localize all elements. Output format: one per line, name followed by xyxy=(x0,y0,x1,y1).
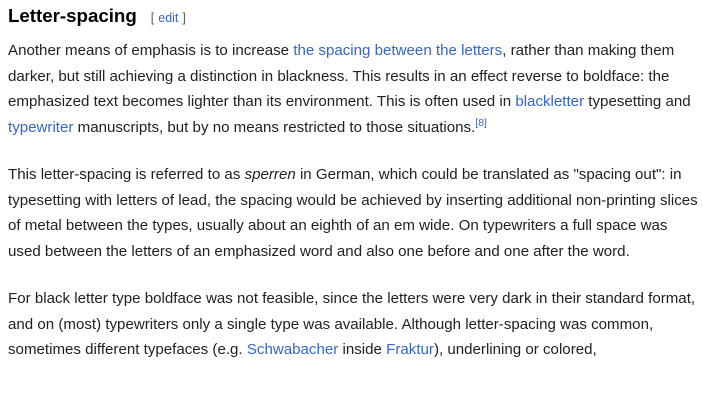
link-schwabacher[interactable]: Schwabacher xyxy=(247,341,338,358)
paragraph-1-text-3: typesetting and xyxy=(584,93,691,110)
link-letter-spacing[interactable]: the spacing between the letters xyxy=(293,42,502,59)
citation-ref: [8] xyxy=(475,116,487,128)
link-blackletter[interactable]: blackletter xyxy=(515,93,584,110)
term-sperren: sperren xyxy=(244,166,296,183)
paragraph-3: For black letter type boldface was not f… xyxy=(8,286,698,363)
link-fraktur[interactable]: Fraktur xyxy=(386,341,434,358)
paragraph-2: This letter-spacing is referred to as sp… xyxy=(8,162,698,264)
edit-bracket-close: ] xyxy=(182,11,186,25)
edit-section-link[interactable]: edit xyxy=(158,11,178,25)
paragraph-1: Another means of emphasis is to increase… xyxy=(8,38,698,140)
paragraph-2-text-1: This letter-spacing is referred to as xyxy=(8,166,245,183)
link-typewriter[interactable]: typewriter xyxy=(8,119,73,136)
paragraph-1-text-1: Another means of emphasis is to increase xyxy=(8,42,294,59)
edit-section-wrapper: [edit] xyxy=(151,11,186,25)
citation-link-8[interactable]: [8] xyxy=(475,116,487,128)
paragraph-1-text-4: manuscripts, but by no means restricted … xyxy=(73,118,476,136)
article-section: Letter-spacing [edit] Another means of e… xyxy=(8,0,698,363)
edit-bracket-open: [ xyxy=(150,11,155,25)
section-title: Letter-spacing xyxy=(8,5,137,26)
paragraph-3-text-2: inside xyxy=(338,341,387,358)
paragraph-3-text-3: ), underlining or colored, xyxy=(433,341,597,358)
section-header: Letter-spacing [edit] xyxy=(8,0,698,32)
